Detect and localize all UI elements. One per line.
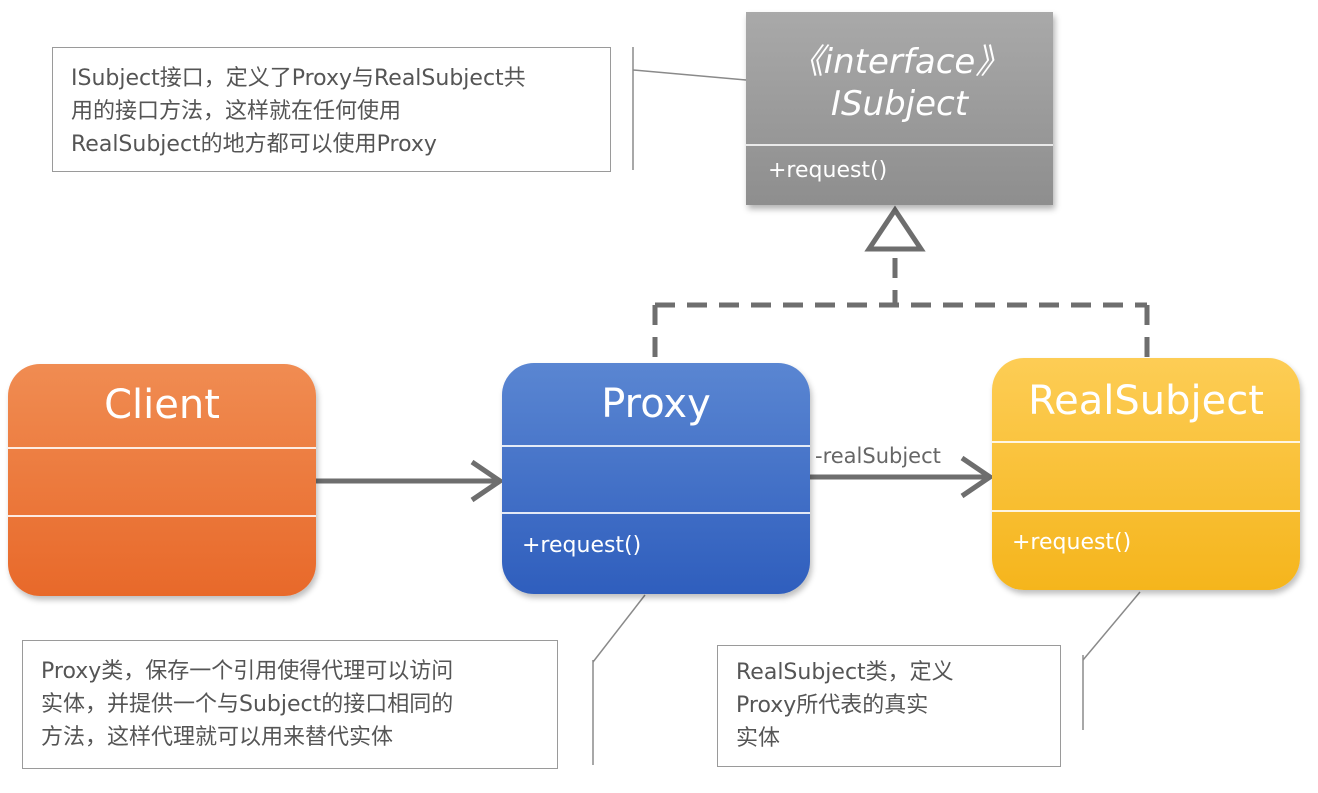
note-line: 实体 (736, 726, 781, 751)
divider (502, 512, 810, 514)
proxy-note: Proxy类，保存一个引用使得代理可以访问 实体，并提供一个与Subject的接… (22, 640, 558, 769)
stereotype: 《interface》 (789, 42, 1010, 82)
note-leader (1082, 591, 1141, 661)
association-label: -realSubject (815, 444, 941, 468)
note-line: 实体，并提供一个与Subject的接口相同的 (41, 692, 454, 717)
inheritance-triangle-icon (864, 205, 926, 252)
note-line: Proxy所代表的真实 (736, 693, 929, 718)
divider (502, 445, 810, 447)
divider (992, 441, 1300, 443)
class-name: Proxy (601, 381, 711, 427)
divider (746, 144, 1053, 146)
class-name: Client (104, 382, 220, 428)
interface-name: ISubject (830, 84, 969, 124)
note-line: RealSubject的地方都可以使用Proxy (71, 132, 437, 157)
note-line: 用的接口方法，这样就在任何使用 (71, 99, 402, 124)
note-leader (592, 594, 646, 663)
note-line: Proxy类，保存一个引用使得代理可以访问 (41, 659, 454, 684)
realsubject-note: RealSubject类，定义 Proxy所代表的真实 实体 (717, 645, 1061, 767)
isubject-interface: 《interface》 ISubject +request() (746, 12, 1053, 205)
realsubject-class: RealSubject +request() (992, 358, 1300, 590)
divider (992, 510, 1300, 512)
divider (8, 515, 316, 517)
operation: +request() (1012, 530, 1132, 555)
note-line: RealSubject类，定义 (736, 660, 954, 685)
operation: +request() (522, 533, 642, 558)
divider (8, 447, 316, 449)
isubject-note: ISubject接口，定义了Proxy与RealSubject共 用的接口方法，… (52, 47, 611, 172)
proxy-class: Proxy +request() (502, 363, 810, 594)
client-class: Client (8, 364, 316, 596)
note-line: ISubject接口，定义了Proxy与RealSubject共 (71, 66, 526, 91)
note-leader (632, 69, 747, 81)
operation: +request() (768, 158, 888, 183)
note-line: 方法，这样代理就可以用来替代实体 (41, 725, 394, 750)
class-name: RealSubject (1028, 378, 1264, 424)
